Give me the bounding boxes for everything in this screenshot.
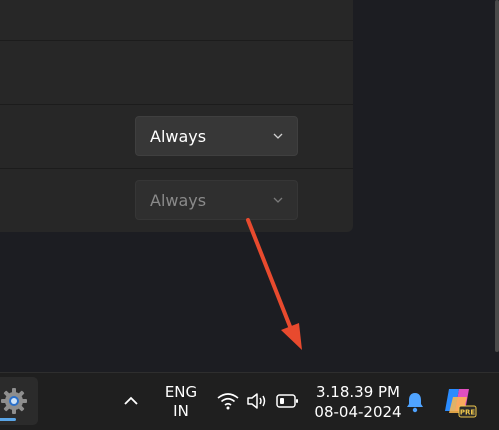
- gear-icon: [1, 388, 27, 414]
- language-indicator[interactable]: ENG IN: [160, 383, 202, 421]
- clock[interactable]: 3.18.39 PM 08-04-2024: [310, 382, 406, 422]
- bell-icon[interactable]: [404, 390, 426, 414]
- copilot-icon[interactable]: PRE: [443, 385, 477, 419]
- clock-date: 08-04-2024: [314, 403, 402, 421]
- clock-time: 3.18.39 PM: [315, 383, 400, 401]
- volume-icon[interactable]: [245, 391, 269, 411]
- wifi-icon[interactable]: [216, 391, 240, 411]
- chevron-up-icon[interactable]: [120, 391, 142, 411]
- battery-icon[interactable]: [276, 393, 300, 409]
- desktop: Always Always: [0, 0, 499, 372]
- copilot-badge: PRE: [460, 409, 476, 417]
- active-app-indicator: [0, 418, 16, 421]
- annotation-arrow: [246, 218, 302, 350]
- language-code: ENG: [164, 383, 198, 401]
- taskbar-app-settings[interactable]: [0, 377, 38, 425]
- taskbar: ENG IN 3.18.39 PM 08-04-2024 PRE: [0, 372, 499, 430]
- language-region: IN: [173, 402, 189, 420]
